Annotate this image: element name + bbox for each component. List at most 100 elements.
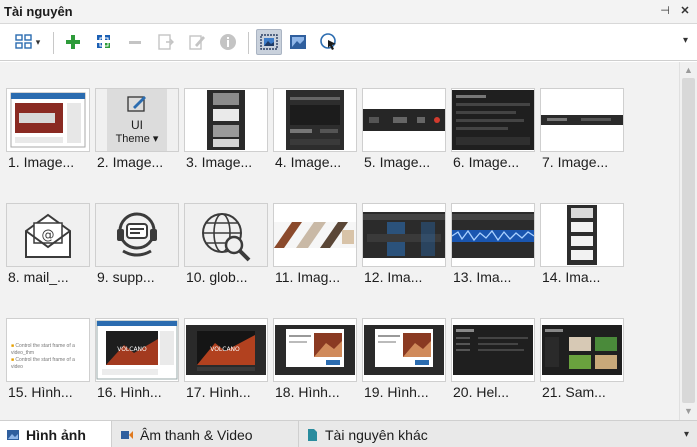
resource-toolbar: ▾ ▾ [0,25,697,61]
chevron-down-icon: ▾ [35,36,41,47]
mail-icon: @ [25,213,71,258]
support-icon [117,212,157,257]
resource-caption: 12. Ima... [364,269,423,285]
resource-item[interactable]: 11. Imag... [273,203,357,289]
audio-video-icon [121,430,133,439]
tab-overflow-icon[interactable]: ▾ [684,429,689,440]
fit-image-button[interactable] [256,29,282,55]
resource-caption: 16. Hình... [97,384,162,400]
resource-item[interactable]: 18. Hình... [273,318,357,404]
resource-item[interactable]: 20. Hel... [451,318,535,404]
document-icon [308,428,317,441]
svg-text:@: @ [42,228,55,243]
resource-thumbnail: VOLCANO [184,318,268,382]
image-icon [290,35,306,49]
resource-thumbnail [6,88,90,152]
thumb-text-line: Control the start frame of a video [11,357,75,370]
close-icon[interactable]: ✕ [677,3,693,19]
resource-item[interactable]: 21. Sam... [540,318,624,404]
resource-grid: 1. Image... UI Theme ▾ 2. Image... 3. Image.… [0,62,679,420]
resource-item[interactable]: 14. Ima... [540,203,624,289]
toolbar-overflow-icon[interactable]: ▾ [683,35,688,46]
toolbar-separator [248,32,249,54]
resource-item[interactable]: 3. Image... [184,88,268,174]
resource-thumbnail [95,203,179,267]
info-button[interactable] [217,29,239,55]
resource-thumbnail [540,318,624,382]
resource-item[interactable]: ■ Control the start frame of a video_thm… [6,318,90,404]
toolbar-separator [53,32,54,54]
resource-item[interactable]: 1. Image... [6,88,90,174]
resource-item[interactable]: 9. supp... [95,203,179,289]
screenshot-thumbnail [275,325,355,375]
resource-item[interactable]: VOLCANO 17. Hình... [184,318,268,404]
image-button[interactable] [286,29,310,55]
resource-thumbnail [273,203,357,267]
grid-add-button[interactable] [93,29,115,55]
resource-caption: 6. Image... [453,154,520,170]
fit-image-icon [260,34,278,50]
panel-title: Tài nguyên [4,4,73,19]
resource-item[interactable]: 13. Ima... [451,203,535,289]
resource-item[interactable]: 4. Image... [273,88,357,174]
resource-caption: 5. Image... [364,154,431,170]
resource-thumbnail [273,88,357,152]
resource-caption: 17. Hình... [186,384,251,400]
view-mode-button[interactable]: ▾ [8,29,46,55]
resource-item[interactable]: UI Theme ▾ 2. Image... [95,88,179,174]
pin-icon[interactable]: ⊣ [657,3,673,19]
screenshot-thumbnail: VOLCANO [186,325,266,375]
vertical-scrollbar[interactable]: ▲ ▼ [679,62,697,420]
resource-thumbnail [451,318,535,382]
globe-icon [202,213,251,262]
tab-label: Tài nguyên khác [325,426,428,443]
resource-tabs: Hình ảnh Âm thanh & Video Tài nguyên khá… [0,420,697,447]
resource-caption: 18. Hình... [275,384,340,400]
import-icon [158,34,174,50]
resource-thumbnail [451,88,535,152]
resource-item[interactable]: 10. glob... [184,203,268,289]
resource-thumbnail: UI Theme ▾ [95,88,179,152]
tab-images[interactable]: Hình ảnh [0,421,112,447]
screenshot-thumbnail [10,92,86,148]
remove-button[interactable] [124,29,146,55]
resource-item[interactable]: 12. Ima... [362,203,446,289]
tab-label: Hình ảnh [26,426,86,443]
tab-other-resources[interactable]: Tài nguyên khác [298,421,463,447]
resource-item[interactable]: 19. Hình... [362,318,446,404]
text-thumbnail: ■ Control the start frame of a video_thm… [7,319,89,381]
resource-thumbnail: VOLCANO [95,318,179,382]
screenshot-thumbnail [567,205,597,265]
screenshot-thumbnail [363,212,445,258]
screenshot-thumbnail: VOLCANO [96,320,178,380]
screenshot-thumbnail [541,115,623,125]
grid-add-icon [97,35,110,48]
resource-item[interactable]: VOLCANO 16. Hình... [95,318,179,404]
resource-item[interactable]: @8. mail_... [6,203,90,289]
resource-thumbnail: ■ Control the start frame of a video_thm… [6,318,90,382]
scroll-up-icon[interactable]: ▲ [680,62,697,79]
resource-item[interactable]: 6. Image... [451,88,535,174]
resource-item[interactable]: 5. Image... [362,88,446,174]
scrollbar-thumb[interactable] [682,78,695,403]
tab-audio-video[interactable]: Âm thanh & Video [114,421,294,447]
edit-button[interactable] [186,29,208,55]
add-icon [66,35,80,49]
resource-caption: 13. Ima... [453,269,512,285]
add-button[interactable] [62,29,84,55]
cursor-select-button[interactable] [316,29,342,55]
import-button[interactable] [155,29,177,55]
screenshot-thumbnail [452,90,534,150]
view-mode-icon [15,34,32,49]
ui-theme-icon [127,96,146,112]
edit-icon [189,35,205,50]
resource-thumbnail: @ [6,203,90,267]
scroll-down-icon[interactable]: ▼ [680,403,697,420]
resource-thumbnail [362,203,446,267]
screenshot-thumbnail [364,325,444,375]
resource-caption: 11. Imag... [275,269,341,285]
resource-item[interactable]: 7. Image... [540,88,624,174]
screenshot-thumbnail [363,109,445,131]
thumb-label: VOLCANO [117,346,147,353]
resource-thumbnail [362,318,446,382]
